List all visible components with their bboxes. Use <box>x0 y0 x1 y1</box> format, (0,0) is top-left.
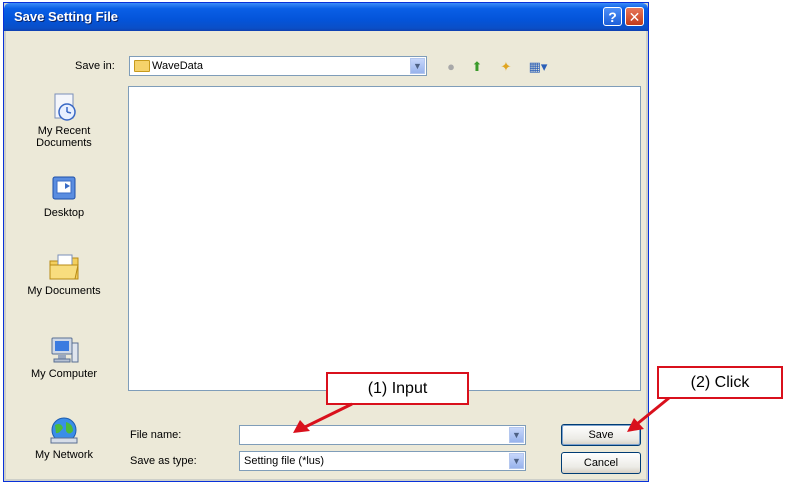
annotation-arrows <box>293 396 670 433</box>
click-arrow <box>636 396 670 426</box>
input-arrow <box>302 402 353 430</box>
